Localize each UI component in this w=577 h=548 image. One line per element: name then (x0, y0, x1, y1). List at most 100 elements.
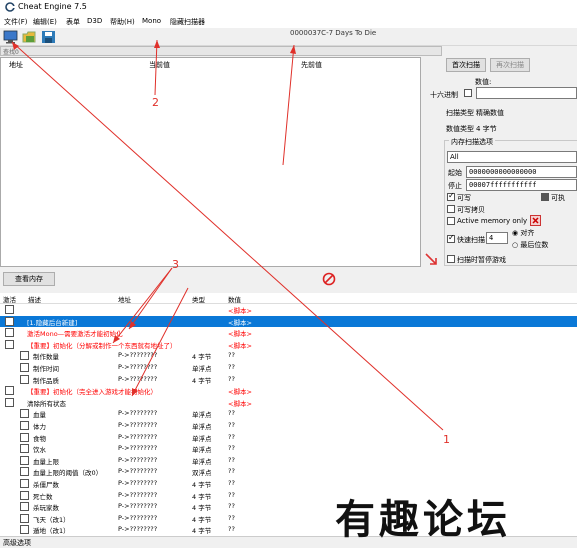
row-active-checkbox[interactable] (20, 513, 29, 523)
writable-checkbox[interactable] (447, 191, 455, 201)
save-icon[interactable] (41, 30, 56, 44)
align-radio[interactable]: ◉ 对齐 (512, 228, 534, 238)
results-header-current[interactable]: 当前值 (149, 60, 170, 70)
menu-edit[interactable]: 编辑(E) (33, 17, 57, 27)
col-type[interactable]: 类型 (192, 294, 205, 304)
last-digits-radio[interactable]: ○ 最后位数 (512, 240, 548, 250)
fast-scan-value-input[interactable]: 4 (486, 232, 508, 244)
row-active-checkbox[interactable] (20, 502, 29, 512)
row-value: ?? (228, 409, 235, 418)
pause-game-checkbox[interactable] (447, 255, 455, 263)
scan-type-select[interactable]: 精确数值 (476, 108, 504, 118)
row-address: P->???????? (118, 363, 158, 371)
table-row[interactable]: 血量上限 P->???????? 单浮点?? (0, 455, 577, 466)
row-value: <脚本> (228, 399, 252, 408)
results-header-address[interactable]: 地址 (9, 60, 23, 70)
row-active-checkbox[interactable] (20, 444, 29, 454)
row-active-checkbox[interactable] (20, 455, 29, 465)
row-value: <脚本> (228, 388, 252, 397)
stop-address-input[interactable]: 00007fffffffffff (466, 179, 577, 191)
executable-checkbox[interactable] (541, 193, 549, 201)
menu-file[interactable]: 文件(F) (4, 17, 28, 27)
row-active-checkbox[interactable] (20, 421, 29, 430)
row-active-checkbox[interactable] (20, 409, 29, 419)
arrow-icon[interactable] (424, 252, 438, 266)
menu-table[interactable]: 表单 (66, 17, 80, 27)
row-description: [1.隐藏后台新建] (27, 318, 78, 327)
next-scan-button[interactable]: 再次扫描 (490, 58, 530, 72)
col-value[interactable]: 数值 (228, 294, 241, 304)
row-active-checkbox[interactable] (20, 432, 29, 442)
row-address: P->???????? (118, 502, 158, 511)
row-description: 血量上限的阈值（改0） (33, 469, 103, 478)
menu-help[interactable]: 帮助(H) (110, 17, 135, 27)
row-description: 激活Mono—需要激活才能初始化 (27, 330, 123, 339)
active-memory-label: Active memory only (457, 217, 528, 225)
advanced-options[interactable]: 高级选项 (3, 538, 31, 548)
row-type: 4 字节 (192, 504, 212, 513)
row-active-checkbox[interactable] (20, 374, 29, 384)
table-row[interactable]: 血量 P->???????? 单浮点?? (0, 408, 577, 419)
row-active-checkbox[interactable] (5, 339, 14, 349)
first-scan-button[interactable]: 首次扫描 (446, 58, 486, 72)
menu-d3d[interactable]: D3D (87, 17, 102, 25)
table-row[interactable]: 饮水 P->???????? 单浮点?? (0, 443, 577, 454)
row-type: 双浮点 (192, 469, 212, 478)
last-digits-label: 最后位数 (520, 241, 549, 249)
row-value: ?? (228, 455, 235, 464)
row-active-checkbox[interactable] (20, 490, 29, 500)
start-address-input[interactable]: 0000000000000000 (466, 166, 577, 178)
table-row[interactable]: [1.隐藏后台新建] <脚本> (0, 315, 577, 327)
row-description: 血量 (33, 411, 46, 420)
menu-mono[interactable]: Mono (142, 17, 161, 25)
table-row[interactable]: 制作时间 P->???????? 单浮点?? (0, 362, 577, 373)
row-active-checkbox[interactable] (5, 386, 14, 396)
table-row[interactable]: 清除所有状态 <脚本> (0, 397, 577, 408)
results-header-previous[interactable]: 先前值 (301, 60, 322, 70)
copy-on-write-checkbox[interactable] (447, 205, 455, 213)
row-description: 飞天（改1） (33, 515, 70, 524)
memory-options-label: 内存扫描选项 (449, 137, 495, 147)
view-memory-button[interactable]: 查看内存 (3, 272, 55, 286)
select-process-icon[interactable] (3, 30, 18, 44)
row-active-checkbox[interactable] (5, 328, 14, 338)
table-row[interactable]: 【重要】初始化（分解或制作一个东西就有地址了） <脚本> (0, 339, 577, 350)
row-value: ?? (228, 363, 235, 371)
row-active-checkbox[interactable] (20, 479, 29, 488)
col-address[interactable]: 地址 (118, 294, 131, 304)
scan-results-list[interactable]: 地址 当前值 先前值 (0, 57, 421, 267)
col-description[interactable]: 描述 (28, 294, 41, 304)
no-entry-icon[interactable] (322, 272, 336, 286)
table-row[interactable]: 体力 P->???????? 单浮点?? (0, 420, 577, 431)
col-active[interactable]: 激活 (3, 294, 16, 304)
table-row[interactable]: 食物 P->???????? 单浮点?? (0, 432, 577, 443)
value-input[interactable] (476, 87, 577, 99)
table-row[interactable]: 激活Mono—需要激活才能初始化 <脚本> (0, 327, 577, 338)
row-active-checkbox[interactable] (20, 525, 29, 535)
clear-icon[interactable] (530, 215, 541, 226)
fast-scan-checkbox[interactable] (447, 233, 455, 243)
row-active-checkbox[interactable] (5, 397, 14, 407)
row-description: 血量上限 (33, 457, 59, 466)
copy-on-write-label: 可写拷贝 (457, 206, 485, 214)
value-type-select[interactable]: 4 字节 (476, 124, 497, 134)
memory-region-select[interactable]: All (447, 151, 577, 163)
row-active-checkbox[interactable] (20, 467, 29, 477)
table-row[interactable]: <脚本> (0, 304, 577, 315)
row-active-checkbox[interactable] (20, 351, 29, 361)
table-row[interactable]: 【重要】初始化（完全进入游戏才能初始化） <脚本> (0, 385, 577, 396)
row-active-checkbox[interactable] (5, 316, 14, 326)
row-description: 杀玩家数 (33, 504, 59, 513)
hex-checkbox[interactable] (464, 89, 472, 97)
table-row[interactable]: 血量上限的阈值（改0） P->???????? 双浮点?? (0, 466, 577, 477)
open-file-icon[interactable] (22, 30, 37, 44)
row-active-checkbox[interactable] (20, 363, 29, 372)
table-row[interactable]: 制作数量 P->???????? 4 字节?? (0, 350, 577, 361)
menu-hidden-scanner[interactable]: 隐藏扫描器 (170, 17, 205, 27)
row-active-checkbox[interactable] (5, 305, 14, 314)
table-row[interactable]: 制作品质 P->???????? 4 字节?? (0, 374, 577, 385)
row-address: P->???????? (118, 432, 158, 441)
row-description: 死亡数 (33, 492, 53, 501)
active-memory-checkbox[interactable] (447, 217, 455, 225)
row-value: ?? (228, 490, 235, 499)
